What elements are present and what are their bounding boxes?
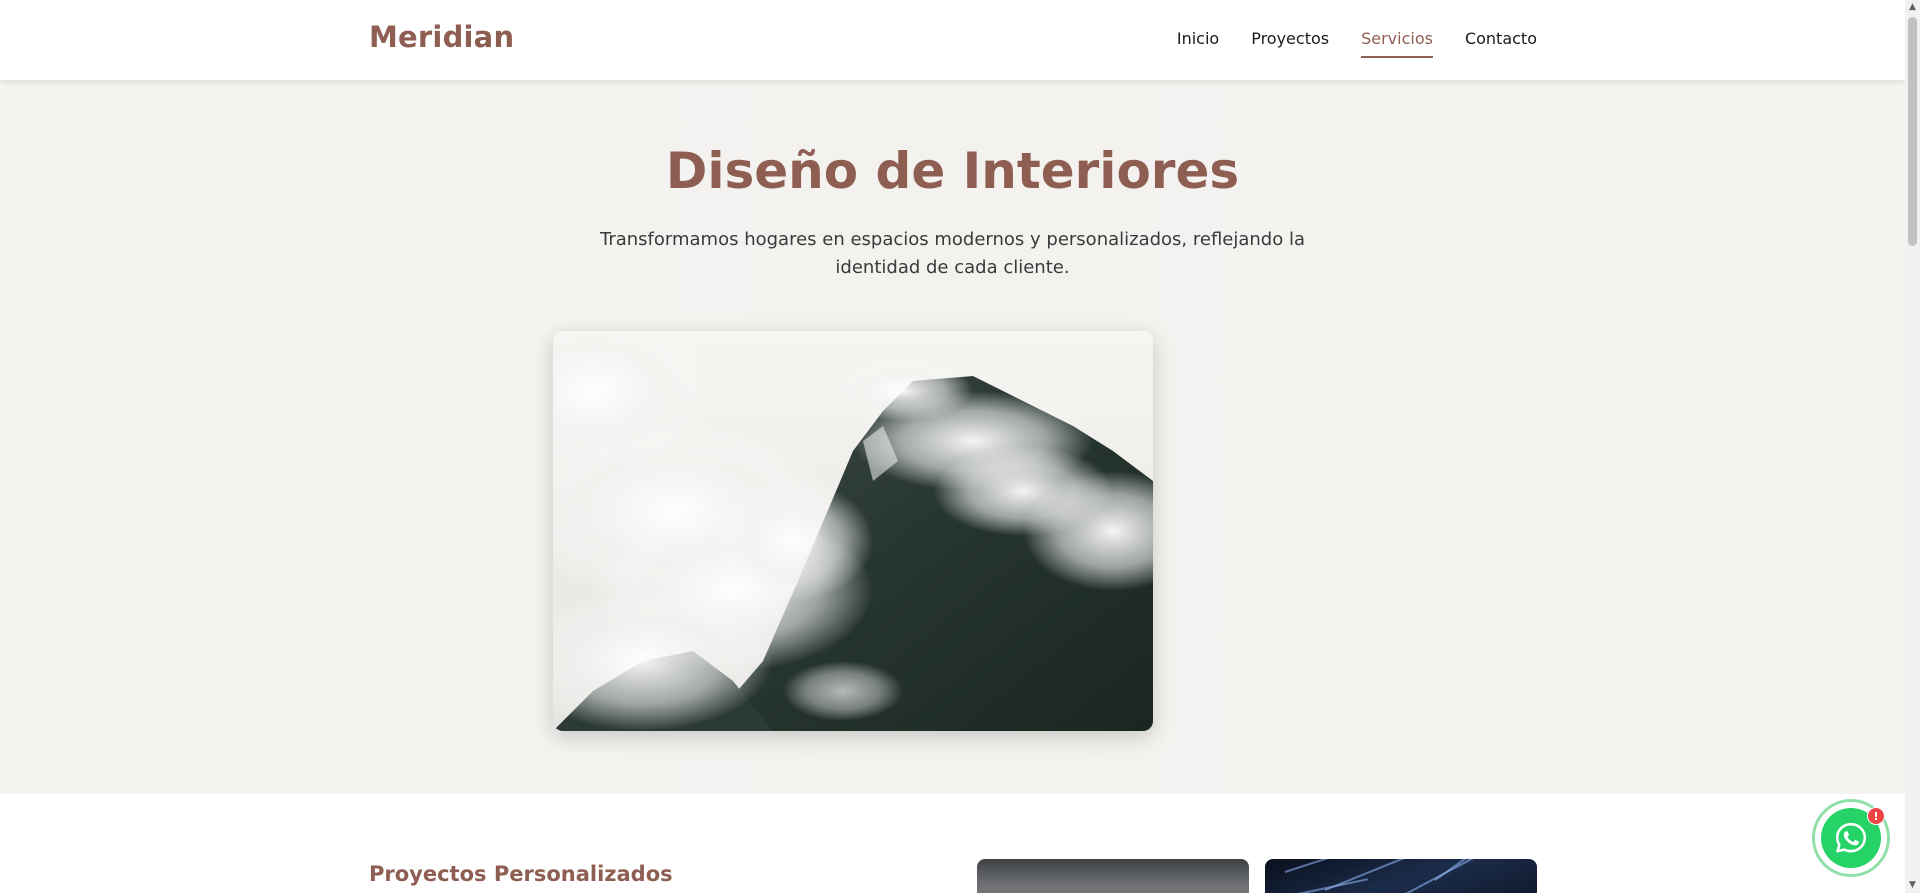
star-trail bbox=[1269, 878, 1369, 893]
star-trail bbox=[1384, 859, 1510, 893]
nav-link-contacto[interactable]: Contacto bbox=[1465, 29, 1537, 48]
whatsapp-button[interactable]: ! bbox=[1812, 799, 1890, 877]
hero-subtitle: Transformamos hogares en espacios modern… bbox=[599, 229, 1305, 278]
hero-section: Diseño de Interiores Transformamos hogar… bbox=[0, 80, 1905, 794]
project-image-1[interactable] bbox=[977, 859, 1249, 893]
notification-badge: ! bbox=[1867, 807, 1885, 825]
main-nav: Inicio Proyectos Servicios Contacto bbox=[1177, 29, 1537, 58]
scrollbar-thumb[interactable] bbox=[1908, 17, 1917, 246]
star-trail bbox=[1434, 859, 1526, 881]
nav-link-servicios[interactable]: Servicios bbox=[1361, 29, 1433, 58]
brand-logo[interactable]: Meridian bbox=[369, 20, 514, 54]
nav-link-inicio[interactable]: Inicio bbox=[1177, 29, 1219, 48]
star-trail bbox=[1324, 859, 1474, 891]
misty-mountain-image bbox=[553, 331, 1153, 731]
hero-title: Diseño de Interiores bbox=[665, 142, 1240, 200]
whatsapp-icon bbox=[1835, 822, 1867, 853]
page: Meridian Inicio Proyectos Servicios Cont… bbox=[0, 0, 1905, 893]
scroll-down-arrow-icon[interactable]: ▼ bbox=[1905, 878, 1920, 893]
nav-link-proyectos[interactable]: Proyectos bbox=[1251, 29, 1329, 48]
scroll-up-arrow-icon[interactable]: ▲ bbox=[1905, 0, 1920, 15]
projects-section: Proyectos Personalizados bbox=[0, 794, 1905, 893]
projects-heading: Proyectos Personalizados bbox=[369, 862, 673, 886]
vertical-scrollbar[interactable]: ▲ ▼ bbox=[1905, 0, 1920, 893]
hero-image bbox=[553, 331, 1153, 731]
site-header: Meridian Inicio Proyectos Servicios Cont… bbox=[0, 0, 1905, 80]
project-image-2[interactable] bbox=[1265, 859, 1537, 893]
